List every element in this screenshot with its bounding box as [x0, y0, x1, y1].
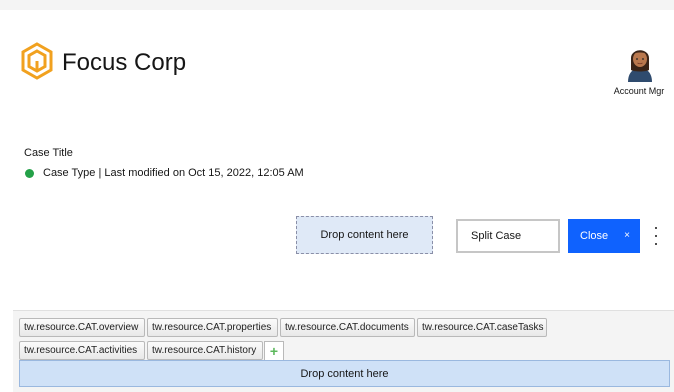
tab-history[interactable]: tw.resource.CAT.history [147, 341, 263, 360]
tab-properties[interactable]: tw.resource.CAT.properties [147, 318, 278, 337]
split-case-button[interactable]: Split Case [456, 219, 560, 253]
drop-zone-actions[interactable]: Drop content here [296, 216, 433, 254]
close-icon: × [624, 230, 630, 241]
brand-name: Focus Corp [62, 49, 187, 76]
overflow-menu-vertical-icon[interactable] [651, 227, 661, 245]
kebab-dot [655, 227, 657, 229]
add-tab-icon[interactable]: + [264, 341, 284, 360]
split-case-label: Split Case [471, 230, 522, 242]
tab-case-tasks[interactable]: tw.resource.CAT.caseTasks [417, 318, 547, 337]
tab-overview[interactable]: tw.resource.CAT.overview [19, 318, 145, 337]
close-button-label: Close [580, 230, 609, 242]
tab-documents[interactable]: tw.resource.CAT.documents [280, 318, 415, 337]
drop-zone-tabs[interactable]: Drop content here [19, 360, 670, 387]
close-button[interactable]: Close × [568, 219, 640, 253]
status-dot-icon [25, 169, 34, 178]
case-title: Case Title [24, 147, 73, 159]
page: Focus Corp Account Mgr Case Title Case T… [0, 0, 674, 392]
hexagon-logo-icon [21, 42, 53, 80]
kebab-dot [655, 235, 657, 237]
top-strip [0, 0, 674, 10]
kebab-dot [655, 243, 657, 245]
tab-activities[interactable]: tw.resource.CAT.activities [19, 341, 145, 360]
case-meta: Case Type | Last modified on Oct 15, 202… [43, 167, 304, 179]
user-avatar-icon[interactable] [622, 42, 658, 82]
account-role-label: Account Mgr [613, 86, 665, 96]
